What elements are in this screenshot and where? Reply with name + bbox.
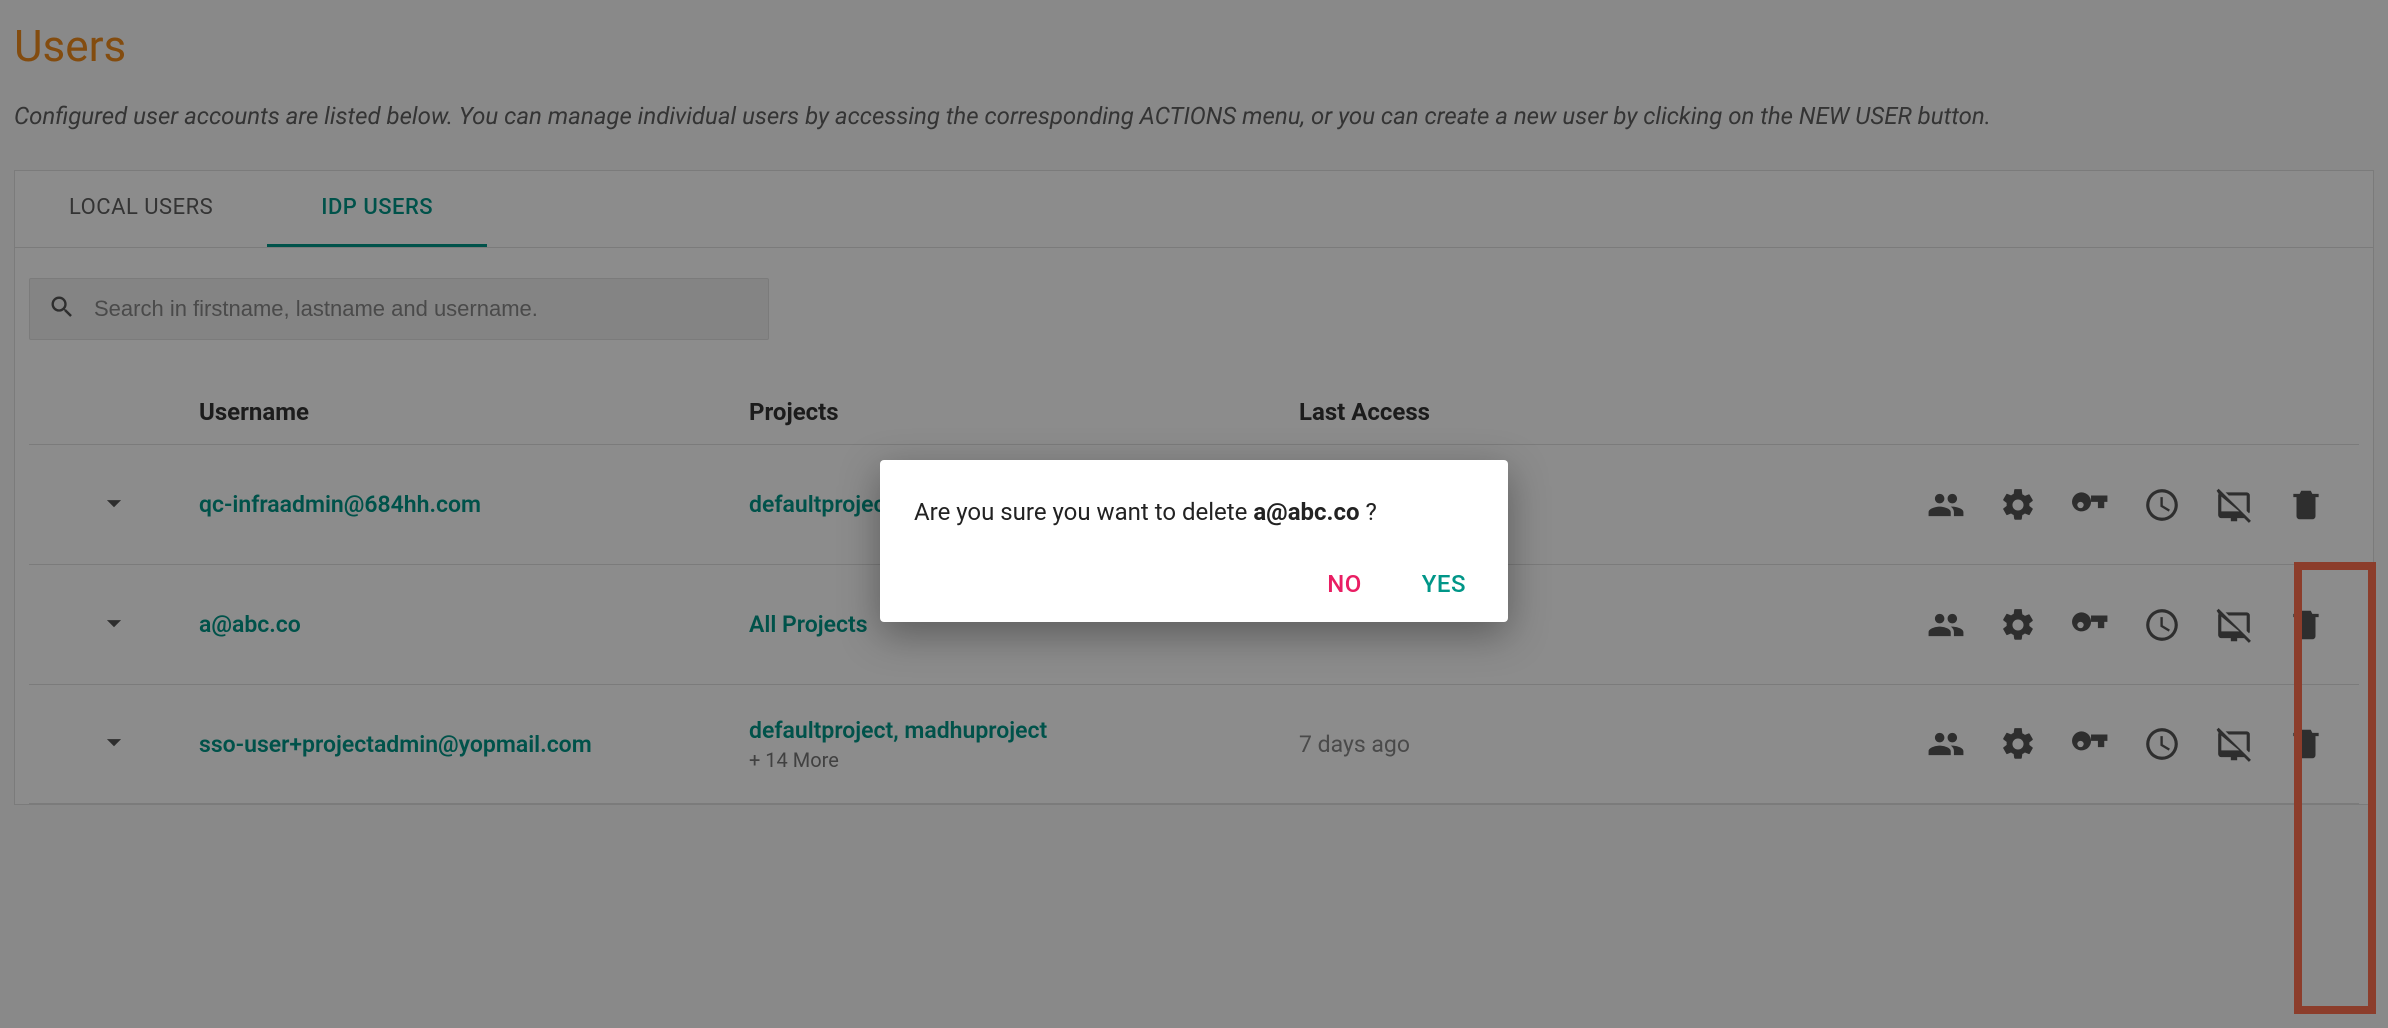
dialog-actions: NO YES (914, 570, 1474, 598)
dialog-suffix: ? (1360, 498, 1377, 526)
dialog-target: a@abc.co (1253, 498, 1359, 526)
no-button[interactable]: NO (1327, 570, 1362, 598)
confirm-delete-dialog: Are you sure you want to delete a@abc.co… (880, 460, 1508, 622)
yes-button[interactable]: YES (1422, 570, 1466, 598)
dialog-message: Are you sure you want to delete a@abc.co… (914, 498, 1474, 526)
dialog-prefix: Are you sure you want to delete (914, 498, 1253, 526)
